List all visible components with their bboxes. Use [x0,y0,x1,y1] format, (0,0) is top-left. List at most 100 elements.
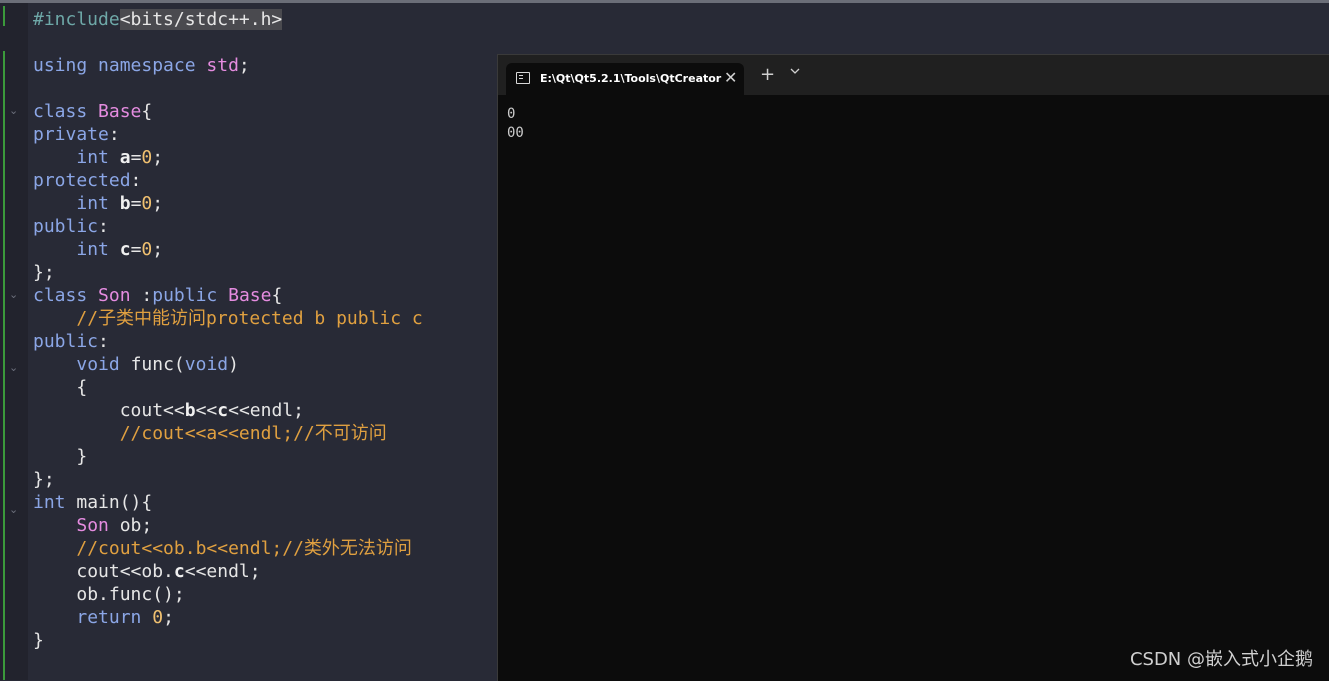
code-line: //cout<<a<<endl;//不可访问 [33,422,423,445]
punct: ; [152,147,164,168]
punct: : [108,124,120,145]
keyword: protected [33,170,131,191]
number: 0 [152,607,164,628]
punct: = [130,239,142,260]
comment: //cout<<a<<endl;//不可访问 [119,423,387,444]
code-line: protected: [33,169,423,192]
code-line: { [33,376,423,399]
code-line: } [33,445,423,468]
change-marker [3,51,5,680]
member-var: b [119,193,131,214]
number: 0 [141,193,153,214]
punct: }; [33,262,55,283]
keyword: return [76,607,142,628]
punct: } [33,630,44,651]
function-name: main [76,492,120,513]
output-line: 00 [507,125,524,141]
keyword: public [33,216,99,237]
terminal-tab[interactable]: E:\Qt\Qt5.2.1\Tools\QtCreator ✕ [506,63,744,95]
keyword: void [184,354,229,375]
close-tab-button[interactable]: ✕ [724,63,737,95]
keyword: using namespace [33,55,196,76]
tab-title: E:\Qt\Qt5.2.1\Tools\QtCreator [540,72,722,85]
namespace-name: std [206,55,239,76]
keyword: int [76,239,109,260]
class-name: Son [98,285,131,306]
class-name: Base [228,285,272,306]
code-line: private: [33,123,423,146]
member-var: c [119,239,131,260]
code-line: Son ob; [33,514,423,537]
keyword: private [33,124,109,145]
change-marker [3,6,5,26]
member-var: b [184,400,196,421]
keyword: public [33,331,99,352]
new-tab-button[interactable]: + [760,65,775,85]
chevron-down-icon[interactable] [790,67,800,75]
output-line: 0 [507,106,516,122]
code-content[interactable]: #include<bits/stdc++.h> using namespace … [33,8,423,652]
code-token: <<endl; [184,561,261,582]
keyword: int [33,492,66,513]
punct: : [130,170,142,191]
comment: //cout<<ob.b<<endl;//类外无法访问 [76,538,412,559]
code-line: cout<<b<<c<<endl; [33,399,423,422]
code-token: <<endl; [228,400,304,421]
code-line: ob.func(); [33,583,423,606]
keyword: int [76,193,109,214]
punct: << [195,400,218,421]
fold-marker-icon[interactable]: ⌄ [9,503,18,516]
code-token: ob; [108,515,153,536]
class-name: Son [76,515,109,536]
watermark: CSDN @嵌入式小企鹅 [1129,649,1313,670]
code-line: }; [33,261,423,284]
code-line: cout<<ob.c<<endl; [33,560,423,583]
keyword: int [76,147,109,168]
code-line: int c=0; [33,238,423,261]
console-icon [516,72,530,84]
punct: ( [173,354,185,375]
punct: : [98,331,109,352]
member-var: a [119,147,131,168]
terminal-output[interactable]: 0 00 [507,105,524,143]
code-line: void func(void) [33,353,423,376]
function-name: func [130,354,174,375]
fold-marker-icon[interactable]: ⌄ [9,361,18,374]
code-line: //子类中能访问protected b public c [33,307,423,330]
punct: = [130,193,142,214]
code-line: } [33,629,423,652]
punct: { [271,285,283,306]
code-line: #include<bits/stdc++.h> [33,8,423,31]
fold-marker-icon[interactable]: ⌄ [9,288,18,301]
punct: { [76,377,88,398]
code-line: }; [33,468,423,491]
punct: : [98,216,109,237]
punct: : [130,285,153,306]
code-line: class Son :public Base{ [33,284,423,307]
punct: } [76,446,88,467]
keyword: void [76,354,120,375]
number: 0 [141,147,153,168]
punct: = [130,147,142,168]
fold-marker-icon[interactable]: ⌄ [9,104,18,117]
punct: (){ [119,492,153,513]
code-token: cout<< [119,400,185,421]
preprocessor-directive: #include [33,9,120,30]
comment: //子类中能访问protected b public c [76,308,423,329]
code-line: using namespace std; [33,54,423,77]
editor-top-border [0,0,1329,3]
punct: ; [152,193,164,214]
keyword: class [33,285,88,306]
code-token: ob.func(); [76,584,185,605]
editor-gutter: ⌄ ⌄ ⌄ ⌄ [0,3,28,680]
terminal-window[interactable]: E:\Qt\Qt5.2.1\Tools\QtCreator ✕ + 0 00 [497,54,1329,681]
code-line: int a=0; [33,146,423,169]
code-line: //cout<<ob.b<<endl;//类外无法访问 [33,537,423,560]
include-header: <bits/stdc++.h> [119,9,283,30]
code-token: cout<<ob. [76,561,174,582]
punct: }; [33,469,55,490]
punct: ) [228,354,239,375]
punct: ; [238,55,250,76]
